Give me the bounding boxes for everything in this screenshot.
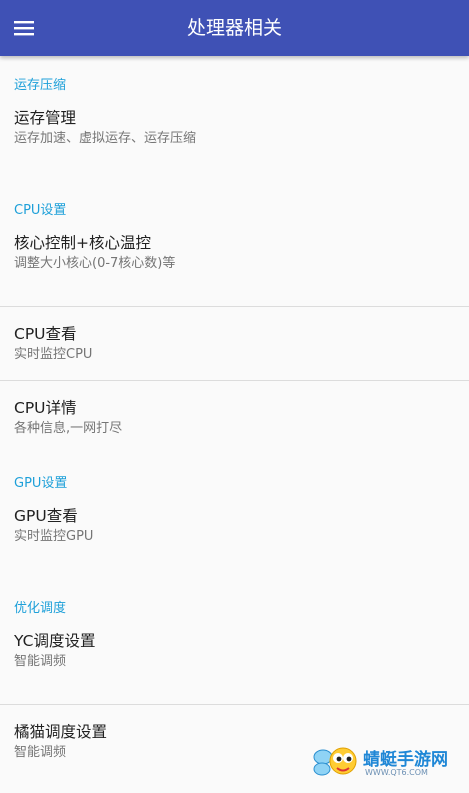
section-header-ram-compression: 运存压缩	[14, 78, 67, 93]
app-bar: 处理器相关	[0, 0, 469, 56]
item-subtitle: 智能调频	[14, 654, 67, 669]
item-title: YC调度设置	[14, 632, 96, 650]
page-title: 处理器相关	[186, 17, 282, 39]
list-item-core-control[interactable]: 核心控制+核心温控 调整大小核心(0-7核心数)等	[0, 233, 469, 306]
watermark-site-name: 蜻蜓手游网	[363, 750, 448, 770]
item-subtitle: 调整大小核心(0-7核心数)等	[14, 256, 176, 271]
item-title: 橘猫调度设置	[14, 723, 108, 741]
dragonfly-logo-icon	[313, 747, 357, 776]
section-header-optimization-scheduling: 优化调度	[14, 601, 67, 616]
item-subtitle: 实时监控CPU	[14, 347, 93, 362]
item-title: GPU查看	[14, 507, 78, 525]
item-title: CPU查看	[14, 325, 77, 343]
list-item-ram-management[interactable]: 运存管理 运存加速、虚拟运存、运存压缩	[0, 108, 469, 181]
list-item-cpu-details[interactable]: CPU详情 各种信息,一网打尽	[0, 381, 469, 454]
item-title: 核心控制+核心温控	[14, 234, 151, 252]
item-title: CPU详情	[14, 399, 77, 417]
list-item-yc-scheduler[interactable]: YC调度设置 智能调频	[0, 631, 469, 704]
site-watermark: 蜻蜓手游网 WWW.QT6.COM	[313, 743, 463, 783]
watermark-url: WWW.QT6.COM	[365, 768, 428, 777]
settings-list: 运存压缩 运存管理 运存加速、虚拟运存、运存压缩 CPU设置 核心控制+核心温控…	[0, 56, 469, 778]
item-subtitle: 运存加速、虚拟运存、运存压缩	[14, 131, 197, 146]
section-header-gpu-settings: GPU设置	[14, 476, 68, 491]
item-title: 运存管理	[14, 109, 77, 127]
list-item-cpu-view[interactable]: CPU查看 实时监控CPU	[0, 307, 469, 380]
item-subtitle: 各种信息,一网打尽	[14, 421, 123, 436]
item-subtitle: 实时监控GPU	[14, 529, 94, 544]
list-item-gpu-view[interactable]: GPU查看 实时监控GPU	[0, 506, 469, 579]
section-header-cpu-settings: CPU设置	[14, 203, 67, 218]
